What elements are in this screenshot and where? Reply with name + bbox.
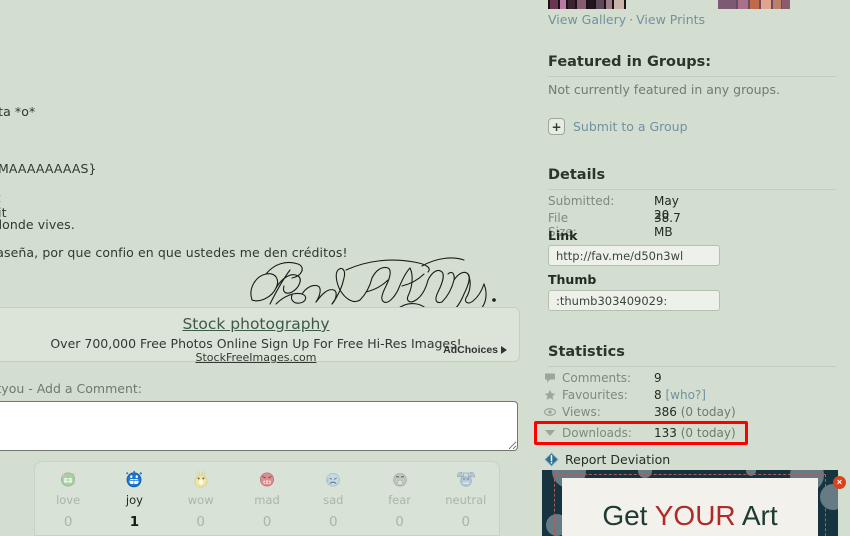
ad-headline: Get YOUR Art bbox=[562, 500, 818, 532]
emotion-label: wow bbox=[187, 493, 214, 507]
stat-label: Favourites: bbox=[562, 388, 628, 402]
description-line: menta *o* bbox=[0, 104, 36, 119]
emotion-mad[interactable]: mad 0 bbox=[238, 469, 296, 530]
emotion-love[interactable]: love 0 bbox=[39, 469, 97, 530]
emotion-count: 0 bbox=[262, 514, 272, 530]
emotion-label: neutral bbox=[445, 493, 487, 507]
download-icon bbox=[545, 430, 555, 436]
description-line: donde vives. bbox=[0, 217, 75, 232]
downloads-count: 133 bbox=[654, 426, 677, 440]
stat-value: 133 (0 today) bbox=[654, 426, 736, 440]
featured-groups-empty-text: Not currently featured in any groups. bbox=[548, 82, 780, 97]
emotion-sad[interactable]: sad 0 bbox=[304, 469, 362, 530]
emotion-label: mad bbox=[254, 493, 280, 507]
adchoices-badge[interactable]: AdChoices bbox=[443, 344, 507, 356]
link-separator: · bbox=[629, 12, 634, 27]
gallery-thumbnail-strip bbox=[530, 0, 850, 9]
wow-face-icon bbox=[194, 471, 208, 488]
submit-to-group-button[interactable]: + Submit to a Group bbox=[548, 118, 688, 135]
sad-face-icon bbox=[326, 473, 341, 487]
stat-value: 8 [who?] bbox=[654, 388, 706, 402]
ad-headline-before: Get bbox=[602, 500, 655, 531]
detail-value: 38.7 MB bbox=[654, 211, 681, 239]
emotion-label: sad bbox=[323, 493, 344, 507]
comment-icon bbox=[545, 373, 555, 383]
views-count: 386 bbox=[654, 405, 677, 419]
link-input[interactable] bbox=[548, 245, 720, 266]
adchoices-arrow-icon bbox=[501, 346, 507, 354]
emotion-joy[interactable]: joy 1 bbox=[105, 469, 163, 530]
neutral-face-icon bbox=[456, 471, 475, 487]
report-deviation-button[interactable]: Report Deviation bbox=[544, 452, 670, 467]
deviation-sidebar: View Gallery · View Prints Featured in Gro… bbox=[530, 0, 850, 536]
description-line: traseña, por que confio en que ustedes m… bbox=[0, 245, 348, 260]
report-deviation-label: Report Deviation bbox=[565, 452, 671, 467]
favourites-who-link[interactable]: [who?] bbox=[665, 388, 706, 402]
adchoices-label: AdChoices bbox=[443, 344, 498, 356]
section-divider bbox=[548, 366, 836, 367]
downloads-today: (0 today) bbox=[680, 426, 736, 440]
emotion-reaction-bar: love 0 joy 1 wow 0 mad 0 sad 0 fear 0 ne… bbox=[34, 461, 500, 536]
emotion-count: 0 bbox=[196, 514, 205, 530]
emotion-count: 0 bbox=[461, 514, 471, 530]
love-face-icon bbox=[61, 472, 76, 487]
gallery-links: View Gallery · View Prints bbox=[548, 12, 705, 27]
emotion-count: 0 bbox=[328, 514, 338, 530]
favourites-count: 8 bbox=[654, 388, 662, 402]
stat-value: 386 (0 today) bbox=[654, 405, 736, 419]
ad-subtitle: Over 700,000 Free Photos Online Sign Up … bbox=[50, 336, 462, 351]
description-line: OMAAAAAAAAS} bbox=[0, 161, 97, 176]
stat-label: Downloads: bbox=[562, 426, 632, 440]
deviation-content-column: menta *o* OMAAAAAAAAS} it hit donde vive… bbox=[0, 0, 530, 536]
emotion-label: joy bbox=[125, 493, 143, 507]
view-prints-link[interactable]: View Prints bbox=[636, 12, 705, 27]
joy-face-icon bbox=[126, 470, 143, 488]
detail-label: Submitted: bbox=[548, 194, 615, 208]
fear-face-icon bbox=[392, 473, 407, 487]
link-field-label: Link bbox=[548, 228, 578, 243]
emotion-wow[interactable]: wow 0 bbox=[172, 469, 230, 530]
stat-label: Views: bbox=[562, 405, 601, 419]
add-comment-heading: thoutyou - Add a Comment: bbox=[0, 381, 142, 396]
view-gallery-link[interactable]: View Gallery bbox=[548, 12, 626, 27]
emotion-count: 0 bbox=[395, 514, 404, 530]
emotion-fear[interactable]: fear 0 bbox=[371, 469, 429, 530]
featured-in-groups-heading: Featured in Groups: bbox=[548, 54, 712, 70]
thumb-input[interactable] bbox=[548, 290, 720, 311]
submit-to-group-label: Submit to a Group bbox=[573, 119, 688, 134]
page-root: menta *o* OMAAAAAAAAS} it hit donde vive… bbox=[0, 0, 850, 536]
ad-url[interactable]: StockFreeImages.com bbox=[0, 351, 519, 364]
ad-inner-panel: Get YOUR Art bbox=[562, 478, 818, 536]
ad-title[interactable]: Stock photography bbox=[0, 315, 519, 333]
stat-value: 9 bbox=[654, 371, 662, 385]
report-warning-icon bbox=[544, 452, 559, 467]
emotion-count: 1 bbox=[129, 514, 140, 530]
ad-headline-highlight: YOUR bbox=[654, 500, 736, 531]
ad-close-icon[interactable]: × bbox=[833, 476, 846, 489]
eye-icon bbox=[544, 408, 556, 416]
ad-headline-after: Art bbox=[735, 500, 778, 531]
emotion-label: fear bbox=[388, 493, 411, 507]
views-today: (0 today) bbox=[680, 405, 736, 419]
mad-face-icon bbox=[259, 472, 274, 487]
star-icon bbox=[544, 389, 556, 400]
comment-input[interactable] bbox=[0, 401, 518, 451]
emotion-label: love bbox=[56, 493, 81, 507]
stat-label: Comments: bbox=[562, 371, 632, 385]
plus-icon: + bbox=[548, 118, 565, 135]
gallery-thumbnail[interactable] bbox=[718, 0, 790, 9]
description-line: it bbox=[0, 190, 1, 205]
section-divider bbox=[548, 76, 836, 77]
get-your-art-ad[interactable]: Get YOUR Art bbox=[542, 470, 838, 536]
stock-photography-ad[interactable]: Stock photography Over 700,000 Free Phot… bbox=[0, 307, 520, 364]
section-divider bbox=[548, 189, 836, 190]
thumb-field-label: Thumb bbox=[548, 272, 597, 287]
statistics-heading: Statistics bbox=[548, 344, 625, 360]
details-heading: Details bbox=[548, 167, 606, 183]
gallery-thumbnail[interactable] bbox=[548, 0, 626, 9]
emotion-neutral[interactable]: neutral 0 bbox=[437, 469, 495, 530]
emotion-count: 0 bbox=[63, 514, 73, 530]
